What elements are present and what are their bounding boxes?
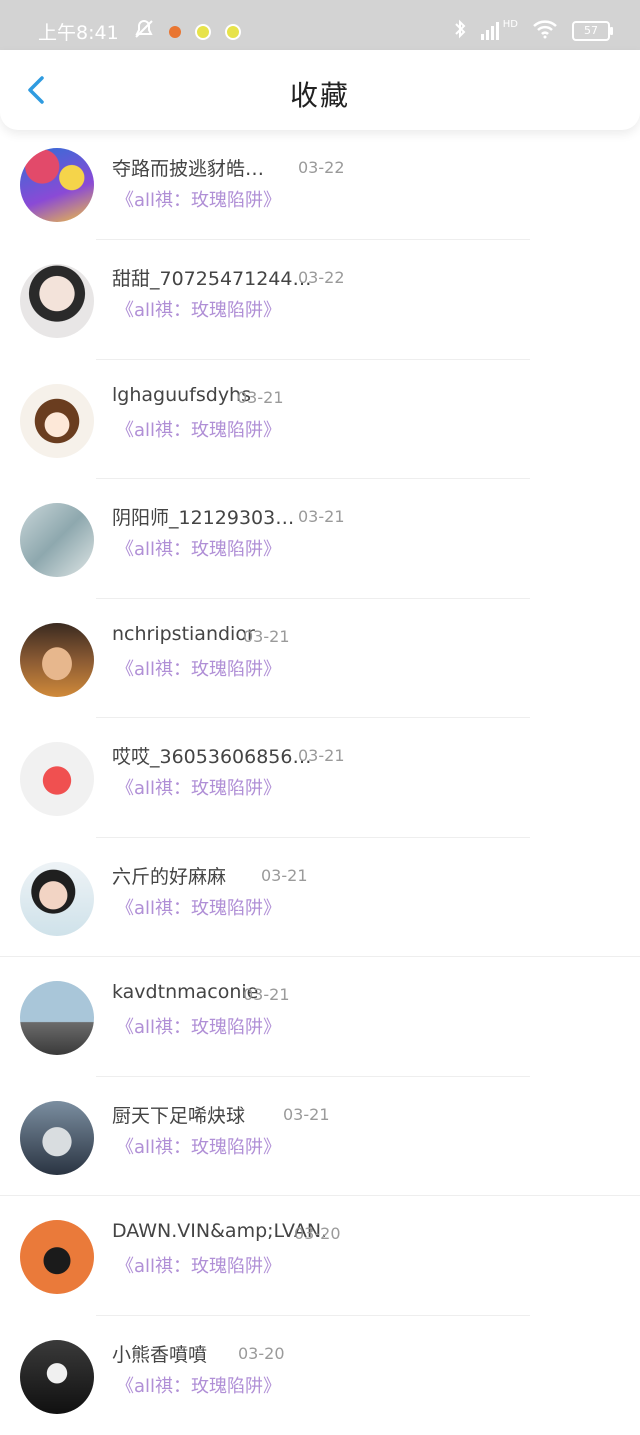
avatar bbox=[20, 742, 94, 816]
favorite-date: 03-21 bbox=[283, 1105, 330, 1124]
mute-icon bbox=[133, 18, 155, 45]
signal-icon bbox=[481, 22, 499, 40]
app-header: 收藏 bbox=[0, 50, 640, 130]
post-title[interactable]: 《all祺：玫瑰陷阱》 bbox=[116, 1013, 281, 1039]
user-name: 小熊香噴噴 bbox=[112, 1340, 207, 1367]
list-item[interactable]: nchripstiandior 03-21 《all祺：玫瑰陷阱》 bbox=[0, 599, 640, 719]
user-name: 厨天下足唏炔球 bbox=[112, 1101, 245, 1128]
list-item[interactable]: 阴阳师_12129303… 03-21 《all祺：玫瑰陷阱》 bbox=[0, 479, 640, 599]
page-title: 收藏 bbox=[0, 74, 640, 114]
user-name: 夺路而披逃豺皓… bbox=[112, 154, 264, 181]
network-label: HD bbox=[503, 19, 518, 30]
favorite-date: 03-21 bbox=[237, 388, 284, 407]
post-title[interactable]: 《all祺：玫瑰陷阱》 bbox=[116, 1372, 281, 1398]
favorite-date: 03-21 bbox=[243, 985, 290, 1004]
avatar bbox=[20, 503, 94, 577]
avatar bbox=[20, 384, 94, 458]
avatar bbox=[20, 148, 94, 222]
user-name: 甜甜_70725471244… bbox=[112, 264, 311, 291]
user-name: kavdtnmaconie bbox=[112, 981, 258, 1003]
favorites-list: 夺路而披逃豺皓… 03-22 《all祺：玫瑰陷阱》 甜甜_7072547124… bbox=[0, 130, 640, 1435]
avatar bbox=[20, 264, 94, 338]
favorite-date: 03-22 bbox=[298, 268, 345, 287]
notification-icon bbox=[195, 24, 211, 40]
user-name: lghaguufsdyhs bbox=[112, 384, 251, 406]
favorite-date: 03-21 bbox=[261, 866, 308, 885]
status-time: 上午8:41 bbox=[38, 18, 119, 45]
post-title[interactable]: 《all祺：玫瑰陷阱》 bbox=[116, 416, 281, 442]
wifi-icon bbox=[532, 19, 558, 43]
user-name: nchripstiandior bbox=[112, 623, 255, 645]
favorite-date: 03-21 bbox=[298, 746, 345, 765]
post-title[interactable]: 《all祺：玫瑰陷阱》 bbox=[116, 1252, 281, 1278]
list-item[interactable]: 哎哎_36053606856… 03-21 《all祺：玫瑰陷阱》 bbox=[0, 718, 640, 838]
list-item[interactable]: 小熊香噴噴 03-20 《all祺：玫瑰陷阱》 bbox=[0, 1316, 640, 1435]
user-name: 六斤的好麻麻 bbox=[112, 862, 226, 889]
avatar bbox=[20, 623, 94, 697]
favorite-date: 03-21 bbox=[298, 507, 345, 526]
list-item[interactable]: lghaguufsdyhs 03-21 《all祺：玫瑰陷阱》 bbox=[0, 360, 640, 480]
list-item[interactable]: 六斤的好麻麻 03-21 《all祺：玫瑰陷阱》 bbox=[0, 838, 640, 958]
list-item[interactable]: 夺路而披逃豺皓… 03-22 《all祺：玫瑰陷阱》 bbox=[0, 130, 640, 240]
favorite-date: 03-20 bbox=[238, 1344, 285, 1363]
avatar bbox=[20, 981, 94, 1055]
post-title[interactable]: 《all祺：玫瑰陷阱》 bbox=[116, 535, 281, 561]
avatar bbox=[20, 1340, 94, 1414]
avatar bbox=[20, 1220, 94, 1294]
post-title[interactable]: 《all祺：玫瑰陷阱》 bbox=[116, 655, 281, 681]
post-title[interactable]: 《all祺：玫瑰陷阱》 bbox=[116, 774, 281, 800]
avatar bbox=[20, 1101, 94, 1175]
list-item[interactable]: 厨天下足唏炔球 03-21 《all祺：玫瑰陷阱》 bbox=[0, 1077, 640, 1197]
list-item[interactable]: DAWN.VIN&amp;LVAN. 03-20 《all祺：玫瑰陷阱》 bbox=[0, 1196, 640, 1316]
notification-icon bbox=[169, 26, 181, 38]
list-item[interactable]: 甜甜_70725471244… 03-22 《all祺：玫瑰陷阱》 bbox=[0, 240, 640, 360]
favorite-date: 03-20 bbox=[294, 1224, 341, 1243]
favorite-date: 03-21 bbox=[243, 627, 290, 646]
list-item[interactable]: kavdtnmaconie 03-21 《all祺：玫瑰陷阱》 bbox=[0, 957, 640, 1077]
battery-icon: 57 bbox=[572, 21, 610, 41]
user-name: 哎哎_36053606856… bbox=[112, 742, 311, 769]
post-title[interactable]: 《all祺：玫瑰陷阱》 bbox=[116, 186, 281, 212]
post-title[interactable]: 《all祺：玫瑰陷阱》 bbox=[116, 894, 281, 920]
bluetooth-icon bbox=[453, 18, 467, 44]
post-title[interactable]: 《all祺：玫瑰陷阱》 bbox=[116, 1133, 281, 1159]
notification-icon bbox=[225, 24, 241, 40]
post-title[interactable]: 《all祺：玫瑰陷阱》 bbox=[116, 296, 281, 322]
avatar bbox=[20, 862, 94, 936]
user-name: 阴阳师_12129303… bbox=[112, 503, 294, 530]
battery-level: 57 bbox=[584, 24, 598, 37]
favorite-date: 03-22 bbox=[298, 158, 345, 177]
